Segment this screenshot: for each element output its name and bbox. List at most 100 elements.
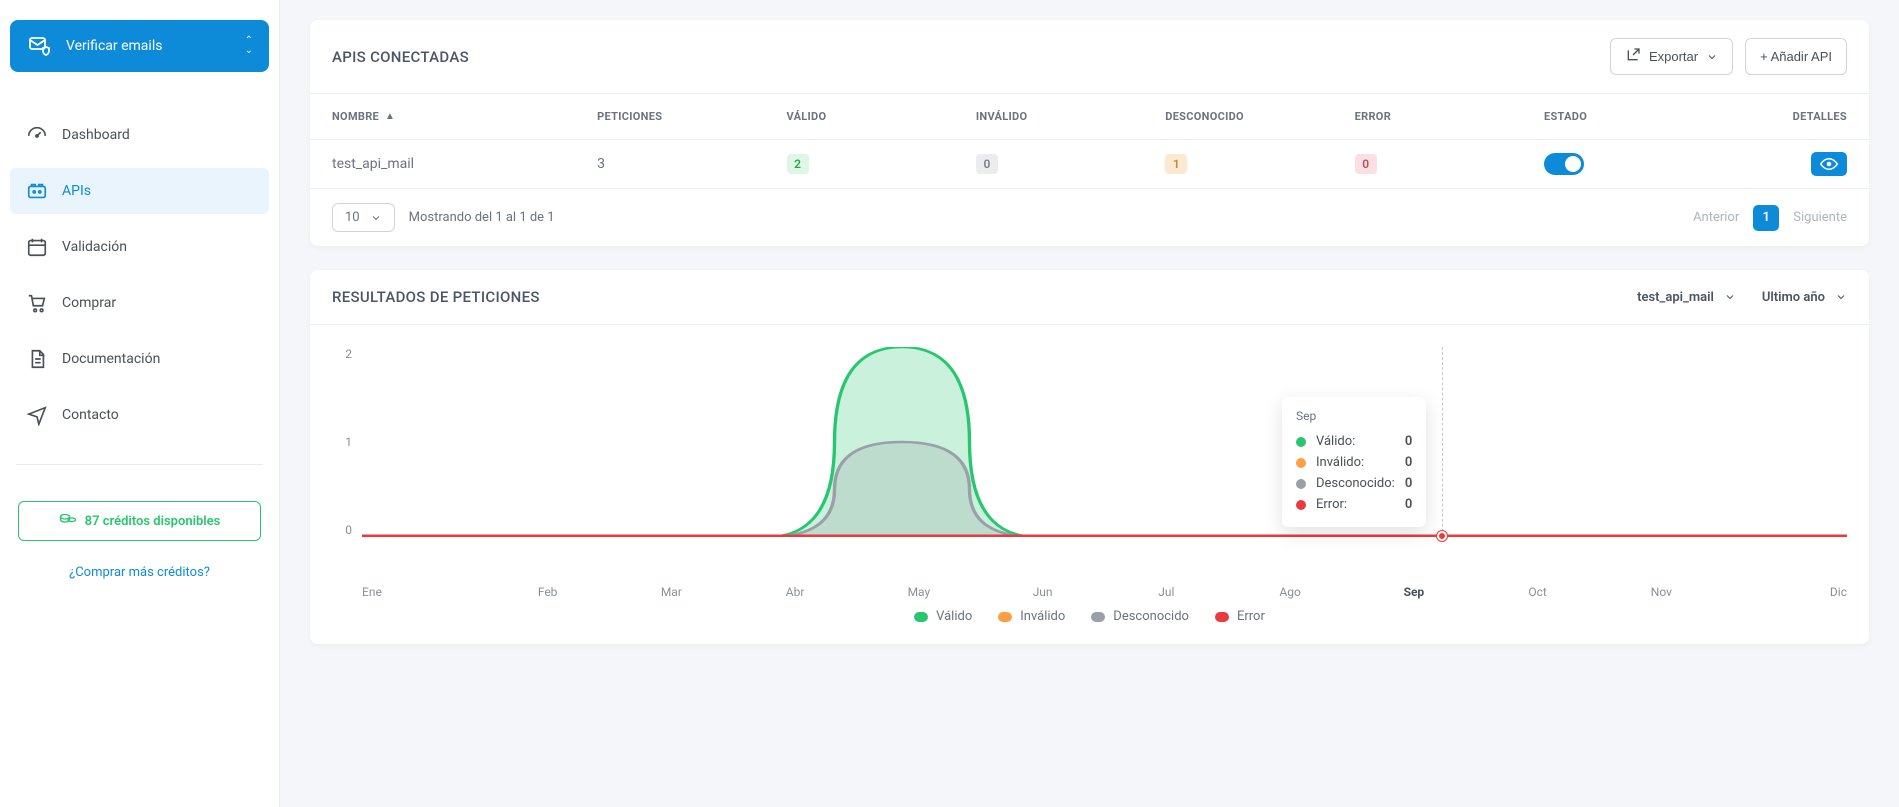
status-toggle[interactable]: [1544, 153, 1584, 175]
hover-marker: [1437, 531, 1447, 541]
apis-card-actions: Exportar + Añadir API: [1610, 38, 1847, 75]
sidebar-item-dashboard[interactable]: Dashboard: [10, 112, 269, 158]
sidebar-item-label: Comprar: [62, 295, 116, 311]
x-axis: EneFebMarAbrMayJunJulAgoSepOctNovDic: [362, 585, 1847, 599]
invalid-badge: 0: [976, 154, 998, 174]
tt-valid-val: 0: [1405, 434, 1412, 449]
legend-error[interactable]: Error: [1215, 609, 1265, 624]
col-status[interactable]: ESTADO: [1544, 110, 1733, 123]
credits-badge[interactable]: 87 créditos disponibles: [18, 501, 261, 541]
cell-invalid: 0: [976, 154, 1165, 174]
chart-legend: Válido Inválido Desconocido Error: [332, 599, 1847, 628]
sidebar-item-label: Documentación: [62, 351, 160, 367]
chevron-down-icon: [1724, 291, 1736, 303]
export-button[interactable]: Exportar: [1610, 38, 1733, 75]
chevron-updown-icon: ⌃⌄: [245, 37, 253, 55]
y-tick: 1: [345, 435, 352, 449]
sidebar-item-apis[interactable]: APIs: [10, 168, 269, 214]
add-api-button[interactable]: + Añadir API: [1745, 38, 1847, 75]
y-tick: 2: [345, 347, 352, 361]
error-badge: 0: [1355, 154, 1377, 174]
sidebar-item-label: APIs: [62, 183, 91, 199]
col-name[interactable]: NOMBRE▲: [332, 110, 597, 123]
apis-card-header: APIS CONECTADAS Exportar + Añadir API: [310, 20, 1869, 94]
sidebar-item-label: Dashboard: [62, 127, 130, 143]
table-header: NOMBRE▲ PETICIONES VÁLIDO INVÁLIDO DESCO…: [310, 94, 1869, 139]
page-size-select[interactable]: 10: [332, 203, 395, 232]
x-tick: Jul: [1105, 585, 1229, 599]
cell-valid: 2: [787, 154, 976, 174]
x-tick: Nov: [1600, 585, 1724, 599]
x-tick: Feb: [486, 585, 610, 599]
col-requests[interactable]: PETICIONES: [597, 110, 786, 123]
main-content: APIS CONECTADAS Exportar + Añadir API NO…: [280, 0, 1899, 807]
tt-unknown-label: Desconocido:: [1316, 476, 1395, 491]
x-tick: Jun: [981, 585, 1105, 599]
api-filter-label: test_api_mail: [1637, 290, 1714, 305]
page-size-value: 10: [345, 210, 360, 225]
x-tick: May: [857, 585, 981, 599]
verify-emails-button[interactable]: Verificar emails ⌃⌄: [10, 20, 269, 72]
range-filter-select[interactable]: Ultimo año: [1762, 290, 1847, 305]
chart-container: 2 1 0 Sep Válido:0 Inválido:0 Desconocid…: [310, 325, 1869, 644]
gauge-icon: [26, 124, 48, 146]
tooltip-month: Sep: [1296, 409, 1412, 423]
col-error[interactable]: ERROR: [1355, 110, 1544, 123]
hover-guideline: [1442, 347, 1443, 537]
sort-asc-icon: ▲: [385, 111, 395, 122]
tt-error-val: 0: [1405, 497, 1412, 512]
y-tick: 0: [345, 523, 352, 537]
sidebar-item-comprar[interactable]: Comprar: [10, 280, 269, 326]
range-filter-label: Ultimo año: [1762, 290, 1825, 305]
col-unknown[interactable]: DESCONOCIDO: [1165, 110, 1354, 123]
tt-unknown-val: 0: [1405, 476, 1412, 491]
current-page[interactable]: 1: [1753, 205, 1779, 231]
prev-page[interactable]: Anterior: [1693, 210, 1739, 225]
cell-unknown: 1: [1165, 154, 1354, 174]
buy-more-credits-link[interactable]: ¿Comprar más créditos?: [10, 565, 269, 580]
chevron-down-icon: [1835, 291, 1847, 303]
legend-valid[interactable]: Válido: [914, 609, 972, 624]
results-card-header: RESULTADOS DE PETICIONES test_api_mail U…: [310, 270, 1869, 325]
mail-shield-icon: [28, 34, 52, 58]
sidebar-item-validacion[interactable]: Validación: [10, 224, 269, 270]
cell-details: [1733, 152, 1847, 176]
x-tick: Abr: [733, 585, 857, 599]
showing-text: Mostrando del 1 al 1 de 1: [409, 210, 555, 225]
y-axis: 2 1 0: [332, 347, 362, 537]
x-tick: Ene: [362, 585, 486, 599]
cell-name: test_api_mail: [332, 156, 597, 172]
results-card: RESULTADOS DE PETICIONES test_api_mail U…: [310, 270, 1869, 644]
document-icon: [26, 348, 48, 370]
col-details[interactable]: DETALLES: [1733, 110, 1847, 123]
table-row: test_api_mail 3 2 0 1 0: [310, 139, 1869, 188]
sidebar-item-documentacion[interactable]: Documentación: [10, 336, 269, 382]
chart-plot[interactable]: Sep Válido:0 Inválido:0 Desconocido:0 Er…: [362, 347, 1847, 577]
tt-invalid-label: Inválido:: [1316, 455, 1364, 470]
cell-error: 0: [1355, 154, 1544, 174]
view-details-button[interactable]: [1811, 152, 1847, 176]
chevron-down-icon: [370, 212, 382, 224]
cell-requests: 3: [597, 156, 786, 172]
chart-area: 2 1 0 Sep Válido:0 Inválido:0 Desconocid…: [332, 347, 1847, 577]
coins-icon: [59, 512, 77, 530]
apis-card: APIS CONECTADAS Exportar + Añadir API NO…: [310, 20, 1869, 246]
api-filter-select[interactable]: test_api_mail: [1637, 290, 1736, 305]
verify-emails-label: Verificar emails: [66, 38, 162, 54]
x-tick: Ago: [1228, 585, 1352, 599]
x-tick: Mar: [610, 585, 734, 599]
sidebar-item-label: Validación: [62, 239, 127, 255]
unknown-badge: 1: [1165, 154, 1187, 174]
calendar-icon: [26, 236, 48, 258]
sidebar-item-label: Contacto: [62, 407, 119, 423]
pager: Anterior 1 Siguiente: [1693, 205, 1847, 231]
legend-invalid[interactable]: Inválido: [998, 609, 1065, 624]
table-footer: 10 Mostrando del 1 al 1 de 1 Anterior 1 …: [310, 188, 1869, 246]
export-label: Exportar: [1649, 49, 1698, 64]
col-invalid[interactable]: INVÁLIDO: [976, 110, 1165, 123]
sidebar-item-contacto[interactable]: Contacto: [10, 392, 269, 438]
next-page[interactable]: Siguiente: [1793, 210, 1847, 225]
col-valid[interactable]: VÁLIDO: [787, 110, 976, 123]
legend-unknown[interactable]: Desconocido: [1091, 609, 1189, 624]
apis-card-title: APIS CONECTADAS: [332, 48, 469, 66]
